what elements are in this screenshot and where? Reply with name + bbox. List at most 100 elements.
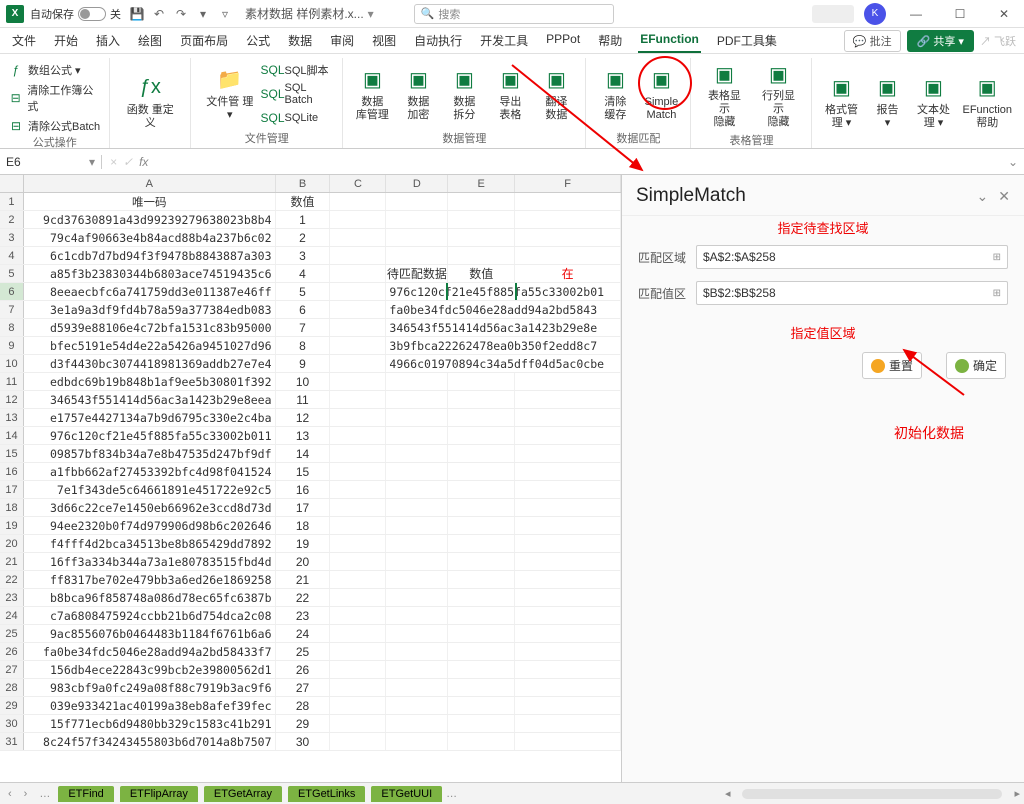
cell[interactable]: 唯一码 (24, 193, 276, 210)
cell[interactable] (330, 229, 386, 246)
redo-icon[interactable]: ↷ (173, 6, 189, 22)
row-header[interactable]: 13 (0, 409, 24, 426)
cell[interactable]: 待匹配数据 (386, 265, 448, 282)
cell[interactable]: 11 (276, 391, 331, 408)
cell[interactable]: 6c1cdb7d7bd94f3f9478b8843887a303 (24, 247, 276, 264)
cell[interactable] (386, 247, 448, 264)
row-header[interactable]: 26 (0, 643, 24, 660)
cell[interactable] (330, 481, 386, 498)
cell[interactable]: 156db4ece22843c99bcb2e39800562d1 (24, 661, 276, 678)
cell[interactable] (386, 193, 448, 210)
cell[interactable] (448, 211, 515, 228)
cell[interactable] (386, 733, 448, 750)
cell[interactable] (386, 481, 448, 498)
cell[interactable] (330, 679, 386, 696)
cell[interactable]: 16ff3a334b344a73a1e80783515fbd4d (24, 553, 276, 570)
cell[interactable]: b8bca96f858748a086d78ec65fc6387b (24, 589, 276, 606)
tab-视图[interactable]: 视图 (370, 28, 398, 53)
cancel-icon[interactable]: × (110, 155, 117, 169)
cell[interactable]: 79c4af90663e4b84acd88b4a237b6c02 (24, 229, 276, 246)
cell[interactable] (448, 409, 515, 426)
row-header[interactable]: 29 (0, 697, 24, 714)
cell[interactable] (330, 247, 386, 264)
cell[interactable] (448, 481, 515, 498)
tab-PDF工具集[interactable]: PDF工具集 (715, 28, 779, 53)
cell[interactable] (386, 607, 448, 624)
导出-button[interactable]: ▣导出表格 (489, 58, 531, 130)
cell[interactable] (515, 211, 621, 228)
cell[interactable]: 9cd37630891a43d99239279638023b8b4 (24, 211, 276, 228)
cell[interactable] (386, 499, 448, 516)
cell[interactable]: 3 (276, 247, 331, 264)
cell[interactable] (448, 643, 515, 660)
file-dropdown-icon[interactable]: ▾ (368, 7, 374, 21)
row-header[interactable]: 12 (0, 391, 24, 408)
cell[interactable] (448, 247, 515, 264)
row-header[interactable]: 15 (0, 445, 24, 462)
cell[interactable] (448, 517, 515, 534)
tab-公式[interactable]: 公式 (244, 28, 272, 53)
cell[interactable]: 17 (276, 499, 331, 516)
tab-开始[interactable]: 开始 (52, 28, 80, 53)
cell[interactable] (515, 391, 621, 408)
col-header-A[interactable]: A (24, 175, 276, 192)
数据-button[interactable]: ▣数据拆分 (443, 58, 485, 130)
file-manage-button[interactable]: 📁文件管 理 ▾ (199, 58, 260, 130)
cell[interactable]: e1757e4427134a7b9d6795c330e2c4ba (24, 409, 276, 426)
cell[interactable] (330, 301, 386, 318)
cell[interactable] (386, 229, 448, 246)
cell[interactable] (448, 229, 515, 246)
格式管-button[interactable]: ▣格式管理 ▾ (820, 58, 862, 146)
cell[interactable] (386, 535, 448, 552)
tab-数据[interactable]: 数据 (286, 28, 314, 53)
col-header-F[interactable]: F (515, 175, 621, 192)
cell[interactable]: 23 (276, 607, 331, 624)
cell[interactable]: 09857bf834b34a7e8b47535d247bf9df (24, 445, 276, 462)
cell[interactable] (448, 553, 515, 570)
cell[interactable]: edbdc69b19b848b1af9ee5b30801f392 (24, 373, 276, 390)
sql-batch-button[interactable]: SQLSQL Batch (265, 82, 335, 106)
confirm-button[interactable]: 确定 (946, 352, 1006, 379)
cell[interactable] (330, 571, 386, 588)
range-picker-icon[interactable]: ⊞ (993, 288, 1001, 299)
cell[interactable] (330, 463, 386, 480)
array-formula-button[interactable]: ƒ数组公式 ▾ (8, 62, 81, 78)
cell[interactable]: 在 (515, 265, 621, 282)
fx-icon[interactable]: fx (139, 155, 148, 169)
cell[interactable]: 数值 (276, 193, 331, 210)
cell[interactable] (448, 445, 515, 462)
row-header[interactable]: 31 (0, 733, 24, 750)
cell[interactable] (386, 211, 448, 228)
cell[interactable]: 20 (276, 553, 331, 570)
prev-sheet-icon[interactable]: ‹ (4, 788, 16, 800)
cell[interactable]: f4fff4d2bca34513be8b865429dd7892 (24, 535, 276, 552)
tab-PPPot[interactable]: PPPot (544, 28, 582, 53)
cell[interactable] (386, 391, 448, 408)
match-region-input[interactable]: $A$2:$A$258⊞ (696, 245, 1008, 269)
Simple-button[interactable]: ▣SimpleMatch (640, 58, 682, 130)
cell[interactable]: 94ee2320b0f74d979906d98b6c202646 (24, 517, 276, 534)
cell[interactable]: 4 (276, 265, 331, 282)
cell[interactable] (330, 409, 386, 426)
cell[interactable]: 8eeaecbfc6a741759dd3e011387e46ff (24, 283, 276, 300)
cell[interactable] (448, 373, 515, 390)
cell[interactable]: 3e1a9a3df9fd4b78a59a377384edb083 (24, 301, 276, 318)
cell[interactable]: fa0be34fdc5046e28add94a2bd5843 (386, 301, 621, 318)
cell[interactable] (515, 697, 621, 714)
cell[interactable]: fa0be34fdc5046e28add94a2bd58433f7 (24, 643, 276, 660)
row-header[interactable]: 1 (0, 193, 24, 210)
cell[interactable] (330, 427, 386, 444)
cell[interactable] (330, 661, 386, 678)
cell[interactable]: 13 (276, 427, 331, 444)
cell[interactable]: 039e933421ac40199a38eb8afef39fec (24, 697, 276, 714)
cell[interactable]: 3b9fbca22262478ea0b350f2edd8c7 (386, 337, 621, 354)
cell[interactable] (386, 409, 448, 426)
toggle-icon[interactable] (78, 7, 106, 21)
EFunction-button[interactable]: ▣EFunction帮助 (958, 58, 1016, 146)
cell[interactable]: 21 (276, 571, 331, 588)
tab-开发工具[interactable]: 开发工具 (478, 28, 530, 53)
cell[interactable] (386, 661, 448, 678)
name-box[interactable]: E6▾ (0, 155, 102, 169)
row-header[interactable]: 11 (0, 373, 24, 390)
cell[interactable] (330, 337, 386, 354)
